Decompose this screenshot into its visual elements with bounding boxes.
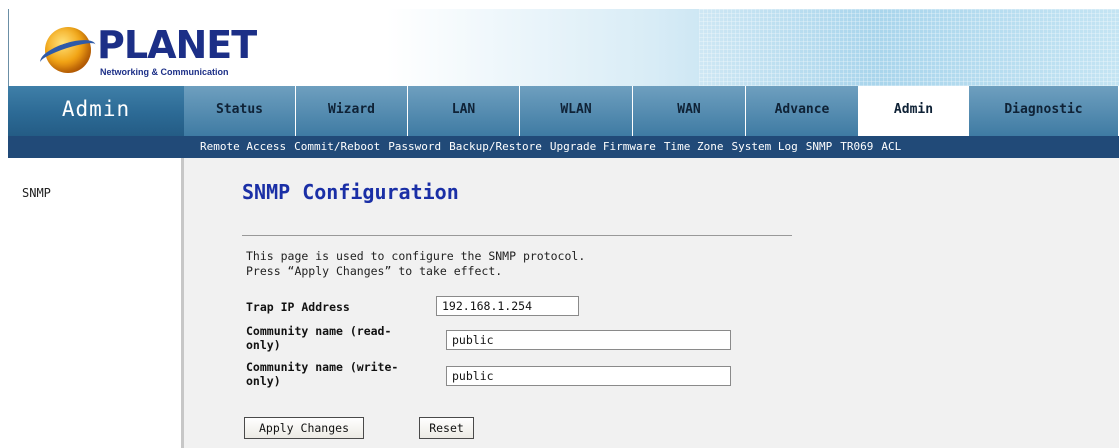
description-line-2: Press “Apply Changes” to take effect.	[246, 264, 503, 278]
banner-pattern	[699, 9, 1119, 86]
sub-nav-bar: Remote Access Commit/Reboot Password Bac…	[8, 136, 1119, 158]
tab-wlan[interactable]: WLAN	[520, 86, 633, 136]
subnav-remote-access[interactable]: Remote Access	[200, 136, 286, 158]
main-content: SNMP Configuration This page is used to …	[184, 158, 1119, 448]
reset-button[interactable]: Reset	[419, 417, 474, 439]
community-read-label-line-2: only)	[246, 338, 281, 352]
header-banner: PLANET Networking & Communication	[8, 9, 1119, 86]
subnav-commit-reboot[interactable]: Commit/Reboot	[294, 136, 380, 158]
tab-diagnostic[interactable]: Diagnostic	[969, 86, 1119, 136]
subnav-system-log[interactable]: System Log	[731, 136, 797, 158]
subnav-password[interactable]: Password	[388, 136, 441, 158]
tab-lan[interactable]: LAN	[408, 86, 520, 136]
nav-tabs: Status Wizard LAN WLAN WAN Advance Admin…	[184, 86, 1119, 136]
sidebar: SNMP	[8, 158, 184, 448]
page-description: This page is used to configure the SNMP …	[246, 249, 585, 279]
tab-admin[interactable]: Admin	[859, 86, 969, 136]
logo-wordmark: PLANET	[97, 23, 257, 67]
community-read-input[interactable]	[446, 330, 731, 350]
title-divider	[242, 235, 792, 236]
trap-ip-input[interactable]	[436, 296, 579, 316]
main-nav-bar: Admin Status Wizard LAN WLAN WAN Advance…	[8, 86, 1119, 136]
subnav-backup-restore[interactable]: Backup/Restore	[449, 136, 542, 158]
trap-ip-label: Trap IP Address	[246, 300, 350, 314]
tab-status[interactable]: Status	[184, 86, 296, 136]
sub-nav-items: Remote Access Commit/Reboot Password Bac…	[200, 136, 909, 158]
community-write-label-line-1: Community name (write-	[246, 360, 399, 374]
subnav-tr069[interactable]: TR069	[840, 136, 873, 158]
community-write-label-line-2: only)	[246, 374, 281, 388]
nav-section-title: Admin	[61, 97, 131, 121]
community-read-label: Community name (read- only)	[246, 324, 391, 352]
community-write-input[interactable]	[446, 366, 731, 386]
subnav-snmp[interactable]: SNMP	[806, 136, 833, 158]
subnav-upgrade-firmware[interactable]: Upgrade Firmware	[550, 136, 656, 158]
description-line-1: This page is used to configure the SNMP …	[246, 249, 586, 263]
tab-wizard[interactable]: Wizard	[296, 86, 408, 136]
tab-advance[interactable]: Advance	[746, 86, 859, 136]
page: PLANET Networking & Communication Admin …	[0, 0, 1119, 448]
logo-swoosh	[37, 34, 99, 73]
community-write-label: Community name (write- only)	[246, 360, 398, 388]
logo-tagline: Networking & Communication	[100, 67, 229, 77]
planet-logo-globe-icon	[37, 27, 99, 73]
apply-changes-button[interactable]: Apply Changes	[244, 417, 364, 439]
tab-wan[interactable]: WAN	[633, 86, 746, 136]
page-title: SNMP Configuration	[242, 180, 459, 204]
subnav-time-zone[interactable]: Time Zone	[664, 136, 724, 158]
sidebar-item-snmp[interactable]: SNMP	[22, 186, 51, 200]
planet-logo: PLANET Networking & Communication	[37, 23, 257, 83]
community-read-label-line-1: Community name (read-	[246, 324, 392, 338]
subnav-acl[interactable]: ACL	[881, 136, 901, 158]
